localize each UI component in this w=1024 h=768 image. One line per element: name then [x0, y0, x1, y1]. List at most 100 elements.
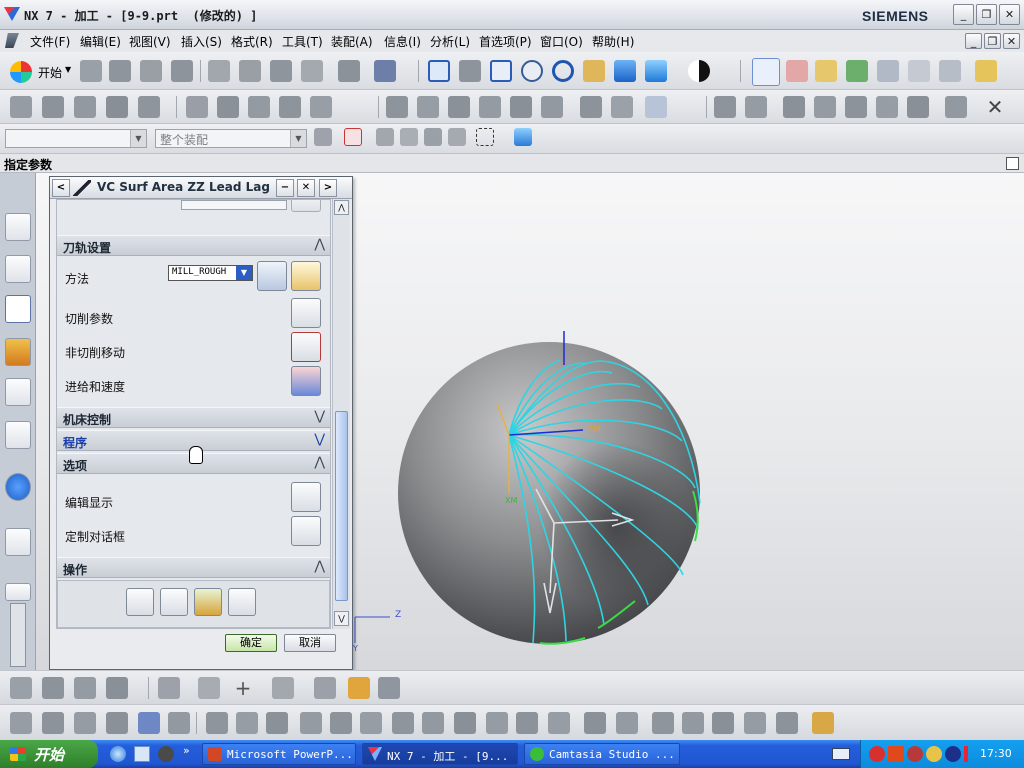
minimize-button[interactable]: _ [953, 4, 974, 25]
dialog-reset-icon[interactable] [73, 180, 91, 196]
create-tool-icon[interactable] [42, 96, 64, 118]
feature-tool-icon-26[interactable] [812, 712, 834, 734]
snap-icon-3[interactable] [400, 128, 418, 146]
menu-tools[interactable]: 工具(T) [282, 33, 323, 50]
method-wrench-icon[interactable] [291, 261, 321, 291]
object-icon-2[interactable] [417, 96, 439, 118]
undo-icon[interactable] [338, 60, 360, 82]
snap-icon-4[interactable] [424, 128, 442, 146]
delete-icon[interactable] [301, 60, 323, 82]
assembly-filter-dropdown[interactable]: 整个装配 ▼ [155, 129, 307, 148]
menu-help[interactable]: 帮助(H) [592, 33, 634, 50]
replay-toolpath-icon[interactable] [160, 588, 188, 616]
resbar-scroll[interactable] [10, 603, 26, 667]
view-tool-icon-4[interactable] [106, 677, 128, 699]
postprocess-icon[interactable] [939, 60, 961, 82]
zoom-area-icon[interactable] [490, 60, 512, 82]
taskbar-nx[interactable]: NX 7 - 加工 - [9... [362, 743, 518, 765]
save-icon[interactable] [140, 60, 162, 82]
method-dropdown[interactable]: MILL_ROUGH ▼ [168, 265, 253, 281]
start-menu-button[interactable]: 开始 [38, 64, 62, 81]
feature-icon-6[interactable] [876, 96, 898, 118]
verify-icon[interactable] [846, 60, 868, 82]
select-icon[interactable] [908, 60, 930, 82]
feature-tool-icon-10[interactable] [300, 712, 322, 734]
snap-point-icon[interactable] [344, 128, 362, 146]
information-icon[interactable] [374, 60, 396, 82]
feature-tool-icon-20[interactable] [616, 712, 638, 734]
curve-tool-icon-6[interactable] [378, 677, 400, 699]
menu-view[interactable]: 视图(V) [129, 33, 171, 50]
feature-icon-4[interactable] [814, 96, 836, 118]
print-icon[interactable] [171, 60, 193, 82]
zoom-window-icon[interactable] [459, 60, 481, 82]
menu-edit[interactable]: 编辑(E) [80, 33, 121, 50]
box-select-icon[interactable] [476, 128, 494, 146]
object-icon-4[interactable] [479, 96, 501, 118]
fit-view-icon[interactable] [428, 60, 450, 82]
feature-tool-icon-13[interactable] [392, 712, 414, 734]
create-program-icon[interactable] [10, 96, 32, 118]
assembly-navigator-tab[interactable] [5, 213, 31, 241]
feature-tool-icon-11[interactable] [330, 712, 352, 734]
start-dropdown-icon[interactable]: ▼ [65, 65, 71, 74]
cancel-button[interactable]: 取消 [284, 634, 336, 652]
menu-analysis[interactable]: 分析(L) [430, 33, 470, 50]
create-operation-icon[interactable] [138, 96, 160, 118]
generate-toolpath-icon[interactable] [126, 588, 154, 616]
cube-select-icon[interactable] [514, 128, 532, 146]
doc-minimize-button[interactable]: _ [965, 33, 982, 49]
object-icon-1[interactable] [386, 96, 408, 118]
wcs-icon[interactable] [752, 58, 780, 86]
view-tool-icon-2[interactable] [42, 677, 64, 699]
simulate-icon[interactable] [877, 60, 899, 82]
dialog-back-icon[interactable]: < [52, 179, 70, 197]
operation-navigator-tab[interactable] [5, 295, 31, 323]
clock[interactable]: 17:30 [980, 747, 1012, 760]
feature-icon-3[interactable] [783, 96, 805, 118]
custom-dialog-icon[interactable] [291, 516, 321, 546]
verify-toolpath-icon[interactable] [279, 96, 301, 118]
media-quicklaunch-icon[interactable] [158, 746, 174, 762]
open-file-icon[interactable] [109, 60, 131, 82]
web-browser-tab[interactable] [5, 528, 31, 556]
feeds-speeds-icon[interactable] [291, 366, 321, 396]
replay-icon[interactable] [217, 96, 239, 118]
tool-path-icon[interactable] [815, 60, 837, 82]
snap-icon-2[interactable] [376, 128, 394, 146]
feature-tool-icon-25[interactable] [776, 712, 798, 734]
info-tab[interactable] [5, 473, 31, 501]
dialog-close-button[interactable]: ✕ [297, 179, 315, 197]
feature-tool-icon-9[interactable] [266, 712, 288, 734]
menu-info[interactable]: 信息(I) [384, 33, 421, 50]
wcs-origin-icon[interactable] [786, 60, 808, 82]
group-actions[interactable]: 操作 ⋀ [57, 557, 330, 578]
paste-icon[interactable] [270, 60, 292, 82]
curve-tool-icon-3[interactable] [272, 677, 294, 699]
machine-navigator-tab[interactable] [5, 338, 31, 366]
ie-quicklaunch-icon[interactable] [110, 746, 126, 762]
feature-icon-7[interactable] [907, 96, 929, 118]
taskbar-camtasia[interactable]: Camtasia Studio ... [524, 743, 680, 765]
feature-tool-icon-8[interactable] [236, 712, 258, 734]
list-icon[interactable] [248, 96, 270, 118]
create-method-icon[interactable] [106, 96, 128, 118]
generate-icon[interactable] [186, 96, 208, 118]
view-tool-icon-3[interactable] [74, 677, 96, 699]
tool-field-partial[interactable] [181, 200, 287, 210]
curve-tool-icon-5[interactable] [348, 677, 370, 699]
feature-tool-icon-22[interactable] [682, 712, 704, 734]
tray-icon-4[interactable] [926, 746, 942, 762]
curve-tool-icon-4[interactable] [314, 677, 336, 699]
delete-toolpath-icon[interactable] [310, 96, 332, 118]
palette-tab[interactable] [5, 583, 31, 601]
close-operation-icon[interactable]: ✕ [984, 96, 1006, 118]
tool-edit-icon[interactable] [291, 200, 321, 212]
keyboard-icon[interactable] [832, 748, 850, 760]
feature-tool-icon-5[interactable] [138, 712, 160, 734]
feature-tool-icon-4[interactable] [106, 712, 128, 734]
desktop-quicklaunch-icon[interactable] [134, 746, 150, 762]
snap-icon-5[interactable] [448, 128, 466, 146]
scroll-down-icon[interactable]: ⋁ [334, 611, 349, 626]
filter-icon[interactable] [314, 128, 332, 146]
